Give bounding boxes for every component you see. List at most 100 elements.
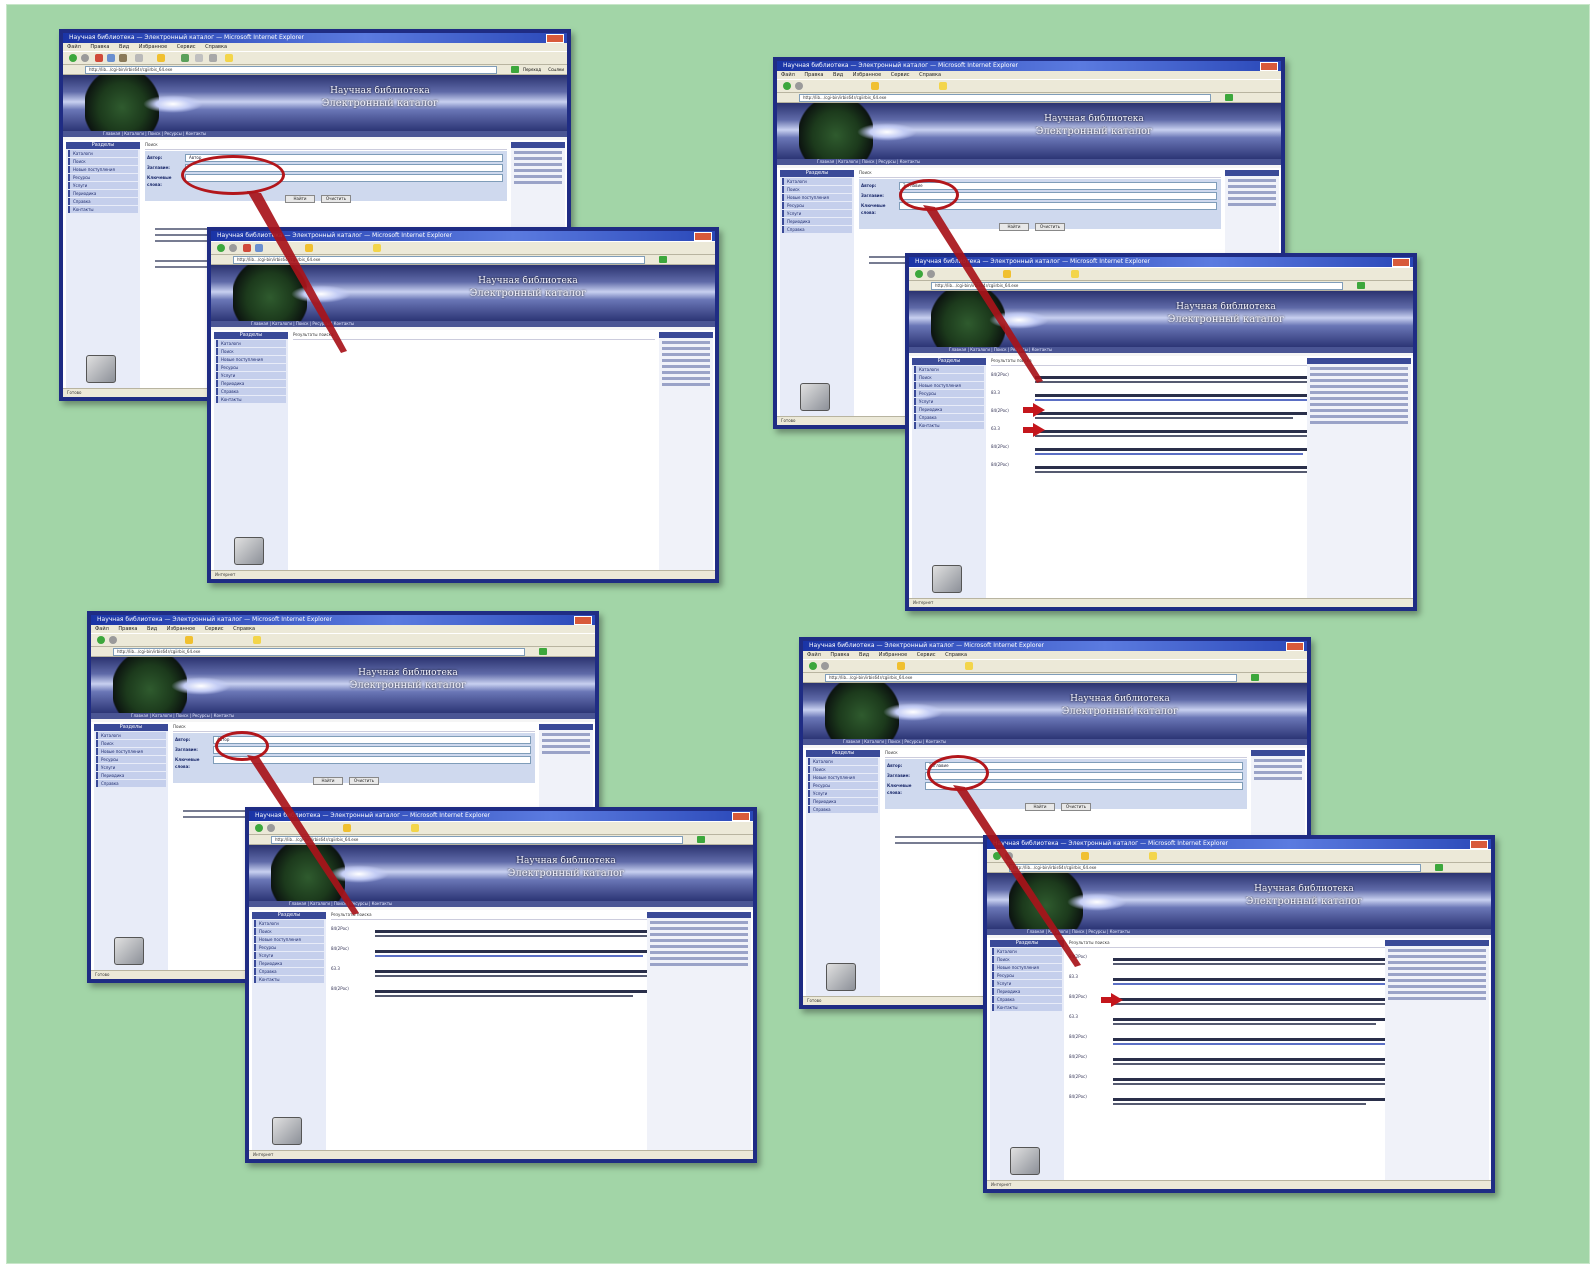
sidebar-item-periodicals[interactable]: Периодика bbox=[914, 406, 984, 413]
reset-button[interactable]: Очистить bbox=[349, 777, 379, 785]
sidebar-item-catalogs[interactable]: Каталоги bbox=[808, 758, 878, 765]
sidebar-item-catalogs[interactable]: Каталоги bbox=[914, 366, 984, 373]
sidebar-item-contacts[interactable]: Контакты bbox=[992, 1004, 1062, 1011]
sidebar-item-catalogs[interactable]: Каталоги bbox=[216, 340, 286, 347]
forward-icon[interactable] bbox=[109, 636, 117, 644]
favorites-icon[interactable] bbox=[1003, 270, 1011, 278]
sidebar-item-help[interactable]: Справка bbox=[992, 996, 1062, 1003]
keywords-input[interactable] bbox=[213, 756, 531, 764]
go-icon[interactable] bbox=[539, 648, 547, 655]
submit-button[interactable]: Найти bbox=[1025, 803, 1055, 811]
home-icon[interactable] bbox=[119, 54, 127, 62]
folder-icon[interactable] bbox=[1149, 852, 1157, 860]
menu-file[interactable]: Файл bbox=[807, 652, 821, 658]
submit-button[interactable]: Найти bbox=[313, 777, 343, 785]
sidebar-item-services[interactable]: Услуги bbox=[254, 952, 324, 959]
sidebar-item-contacts[interactable]: Контакты bbox=[914, 422, 984, 429]
address-input[interactable]: http://lib.../cgi-bin/irbis64r/cgiirbis_… bbox=[271, 836, 683, 844]
sidebar-item-resources[interactable]: Ресурсы bbox=[68, 174, 138, 181]
go-icon[interactable] bbox=[1251, 674, 1259, 681]
sidebar-item-services[interactable]: Услуги bbox=[782, 210, 852, 217]
result-row[interactable]: 83.3 bbox=[1069, 974, 1431, 990]
sidebar-item-new[interactable]: Новые поступления bbox=[216, 356, 286, 363]
back-icon[interactable] bbox=[783, 82, 791, 90]
sidebar-item-catalogs[interactable]: Каталоги bbox=[254, 920, 324, 927]
sidebar-item-search[interactable]: Поиск bbox=[808, 766, 878, 773]
forward-icon[interactable] bbox=[1005, 852, 1013, 860]
sidebar-item-services[interactable]: Услуги bbox=[914, 398, 984, 405]
sidebar-item-help[interactable]: Справка bbox=[68, 198, 138, 205]
sidebar-item-search[interactable]: Поиск bbox=[96, 740, 166, 747]
site-nav[interactable]: Главная | Каталоги | Поиск | Ресурсы | К… bbox=[803, 739, 1307, 745]
result-row[interactable]: 84(2Рос) bbox=[1069, 1074, 1431, 1090]
address-input[interactable]: http://lib.../cgi-bin/irbis64r/cgiirbis_… bbox=[233, 256, 645, 264]
sidebar-item-catalogs[interactable]: Каталоги bbox=[96, 732, 166, 739]
sidebar-item-help[interactable]: Справка bbox=[782, 226, 852, 233]
submit-button[interactable]: Найти bbox=[285, 195, 315, 203]
history-icon[interactable] bbox=[181, 54, 189, 62]
reset-button[interactable]: Очистить bbox=[321, 195, 351, 203]
sidebar-item-search[interactable]: Поиск bbox=[254, 928, 324, 935]
result-row[interactable]: 84(2Рос) bbox=[1069, 954, 1431, 970]
menu-file[interactable]: Файл bbox=[781, 72, 795, 78]
sidebar-item-catalogs[interactable]: Каталоги bbox=[782, 178, 852, 185]
sidebar-item-resources[interactable]: Ресурсы bbox=[782, 202, 852, 209]
menu-help[interactable]: Справка bbox=[233, 626, 255, 632]
sidebar-item-services[interactable]: Услуги bbox=[808, 790, 878, 797]
menu-help[interactable]: Справка bbox=[945, 652, 967, 658]
result-row[interactable]: 83.3 bbox=[991, 390, 1353, 406]
sidebar-item-new[interactable]: Новые поступления bbox=[914, 382, 984, 389]
address-input[interactable]: http://lib.../cgi-bin/irbis64r/cgiirbis_… bbox=[799, 94, 1211, 102]
sidebar-item-help[interactable]: Справка bbox=[216, 388, 286, 395]
favorites-icon[interactable] bbox=[305, 244, 313, 252]
go-icon[interactable] bbox=[697, 836, 705, 843]
forward-icon[interactable] bbox=[81, 54, 89, 62]
submit-button[interactable]: Найти bbox=[999, 223, 1029, 231]
close-icon[interactable] bbox=[546, 34, 564, 43]
go-button[interactable]: Переход bbox=[523, 65, 541, 74]
sidebar-item-contacts[interactable]: Контакты bbox=[68, 206, 138, 213]
links-button[interactable]: Ссылки bbox=[548, 65, 564, 74]
sidebar-item-search[interactable]: Поиск bbox=[68, 158, 138, 165]
sidebar-item-resources[interactable]: Ресурсы bbox=[808, 782, 878, 789]
menu-tools[interactable]: Сервис bbox=[177, 44, 196, 50]
result-row[interactable]: 84(2Рос) bbox=[1069, 1094, 1431, 1110]
sidebar-item-periodicals[interactable]: Периодика bbox=[992, 988, 1062, 995]
site-nav[interactable]: Главная | Каталоги | Поиск | Ресурсы | К… bbox=[249, 901, 753, 907]
sidebar-item-catalogs[interactable]: Каталоги bbox=[992, 948, 1062, 955]
address-input[interactable]: http://lib.../cgi-bin/irbis64r/cgiirbis_… bbox=[1009, 864, 1421, 872]
sidebar-item-periodicals[interactable]: Периодика bbox=[782, 218, 852, 225]
sidebar-item-contacts[interactable]: Контакты bbox=[216, 396, 286, 403]
sidebar-item-periodicals[interactable]: Периодика bbox=[68, 190, 138, 197]
sidebar-item-services[interactable]: Услуги bbox=[216, 372, 286, 379]
mail-icon[interactable] bbox=[195, 54, 203, 62]
address-input[interactable]: http://lib.../cgi-bin/irbis64r/cgiirbis_… bbox=[113, 648, 525, 656]
folder-icon[interactable] bbox=[965, 662, 973, 670]
close-icon[interactable] bbox=[574, 616, 592, 625]
back-icon[interactable] bbox=[217, 244, 225, 252]
reset-button[interactable]: Очистить bbox=[1061, 803, 1091, 811]
search-icon[interactable] bbox=[135, 54, 143, 62]
result-row[interactable]: 84(2Рос) bbox=[331, 986, 693, 1002]
menu-edit[interactable]: Правка bbox=[90, 44, 109, 50]
sidebar-item-help[interactable]: Справка bbox=[254, 968, 324, 975]
menu-file[interactable]: Файл bbox=[95, 626, 109, 632]
folder-icon[interactable] bbox=[253, 636, 261, 644]
site-nav[interactable]: Главная | Каталоги | Поиск | Ресурсы | К… bbox=[987, 929, 1491, 935]
site-nav[interactable]: Главная | Каталоги | Поиск | Ресурсы | К… bbox=[211, 321, 715, 327]
sidebar-item-help[interactable]: Справка bbox=[808, 806, 878, 813]
favorites-icon[interactable] bbox=[157, 54, 165, 62]
sidebar-item-periodicals[interactable]: Периодика bbox=[216, 380, 286, 387]
site-nav[interactable]: Главная | Каталоги | Поиск | Ресурсы | К… bbox=[91, 713, 595, 719]
folder-icon[interactable] bbox=[939, 82, 947, 90]
result-row[interactable]: 63.3 bbox=[991, 426, 1353, 442]
sidebar-item-search[interactable]: Поиск bbox=[992, 956, 1062, 963]
sidebar-item-services[interactable]: Услуги bbox=[992, 980, 1062, 987]
sidebar-item-search[interactable]: Поиск bbox=[782, 186, 852, 193]
result-row[interactable]: 84(2Рос) bbox=[991, 462, 1353, 478]
favorites-icon[interactable] bbox=[343, 824, 351, 832]
menu-favorites[interactable]: Избранное bbox=[139, 44, 167, 50]
sidebar-item-new[interactable]: Новые поступления bbox=[68, 166, 138, 173]
menu-edit[interactable]: Правка bbox=[118, 626, 137, 632]
back-icon[interactable] bbox=[915, 270, 923, 278]
